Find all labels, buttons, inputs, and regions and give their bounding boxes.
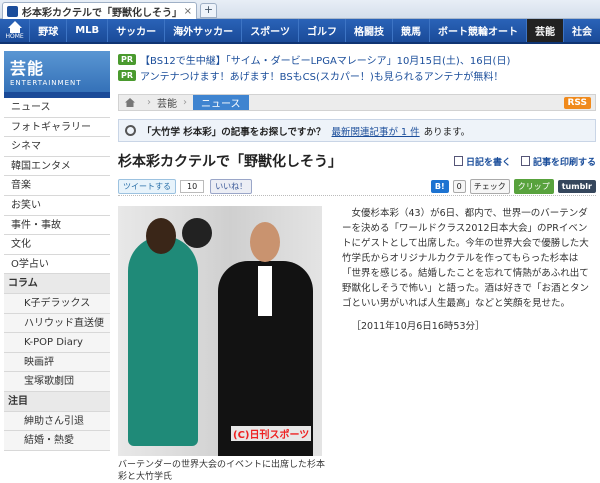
main-content: PR 【BS12で生中継】「サイム・ダービーLPGAマレーシア」10月15日(土… xyxy=(118,51,596,483)
breadcrumb-entertainment[interactable]: 芸能 xyxy=(157,95,177,110)
related-articles-link[interactable]: 最新関連記事が 1 件 xyxy=(332,124,420,138)
brand-title: 芸能 xyxy=(10,59,45,78)
like-button[interactable]: いいね！ xyxy=(210,179,253,194)
rss-button[interactable]: RSS xyxy=(563,97,591,109)
tumblr-button[interactable]: tumblr xyxy=(557,180,596,193)
clip-button[interactable]: クリップ xyxy=(513,179,554,194)
section-brand: 芸能 ENTERTAINMENT xyxy=(4,51,110,98)
article-body: (C)日刊スポーツ バーテンダーの世界大会のイベントに出席した杉本彩と大竹学氏 … xyxy=(118,206,596,483)
new-tab-button[interactable]: + xyxy=(200,3,217,18)
article-text: 女優杉本彩（43）が6日、都内で、世界一のバーテンダーを決める「ワールドクラス2… xyxy=(342,206,596,483)
sidebar-item[interactable]: 音楽 xyxy=(4,176,110,196)
sidebar-item[interactable]: K-POP Diary xyxy=(4,333,110,353)
photo-caption: バーテンダーの世界大会のイベントに出席した杉本彩と大竹学氏 xyxy=(118,460,326,482)
sidebar-item[interactable]: 紳助さん引退 xyxy=(4,411,110,432)
logo-icon xyxy=(182,218,212,248)
pr-line[interactable]: PR アンテナつけます！あげます！BSもCS(スカパー！)も見られるアンテナが無… xyxy=(118,67,596,83)
sidebar-item[interactable]: お笑い xyxy=(4,195,110,216)
nav-item-mlb[interactable]: MLB xyxy=(66,19,107,42)
breadcrumb-news[interactable]: ニュース xyxy=(193,95,249,110)
nav-item-sports[interactable]: スポーツ xyxy=(241,19,298,42)
close-tab-icon[interactable]: × xyxy=(184,6,192,17)
sidebar-item[interactable]: 宝塚歌劇団 xyxy=(4,372,110,392)
pr-badge: PR xyxy=(118,53,137,65)
pr-link[interactable]: アンテナつけます！あげます！BSもCS(スカパー！)も見られるアンテナが無料！ xyxy=(140,68,503,83)
tweet-button[interactable]: ツイートする xyxy=(118,179,176,194)
sidebar-item[interactable]: ニュース xyxy=(4,98,110,118)
browser-tabbar: 杉本彩カクテルで「野獣化しそう」 - × + xyxy=(0,0,600,19)
sidebar-item[interactable]: O学占い xyxy=(4,254,110,275)
article-paragraph: 女優杉本彩（43）が6日、都内で、世界一のバーテンダーを決める「ワールドクラス2… xyxy=(342,208,590,309)
left-column: 芸能 ENTERTAINMENT ニュース フォトギャラリー シネマ 韓国エンタメ 音楽… xyxy=(4,51,110,451)
sidebar-item[interactable]: K子デラックス xyxy=(4,293,110,314)
nav-item-soccer[interactable]: サッカー xyxy=(107,19,164,42)
nav-item-entertainment[interactable]: 芸能 xyxy=(526,19,563,42)
pr-link[interactable]: 【BS12で生中継】「サイム・ダービーLPGAマレーシア」10月15日(土)、1… xyxy=(140,52,510,67)
browser-tab[interactable]: 杉本彩カクテルで「野獣化しそう」 - × xyxy=(2,2,197,19)
check-button[interactable]: チェック xyxy=(469,179,510,194)
sidebar-item[interactable]: シネマ xyxy=(4,137,110,157)
share-bar: ツイートする 10 いいね！ B! 0 チェック クリップ tumblr xyxy=(118,178,596,196)
sidebar-item[interactable]: 文化 xyxy=(4,235,110,255)
nav-item-society[interactable]: 社会 xyxy=(563,19,600,42)
pr-badge: PR xyxy=(118,69,137,81)
favicon-icon xyxy=(7,5,18,17)
home-button[interactable]: HOME xyxy=(0,19,29,42)
nav-item-boat[interactable]: ボート競輪オート xyxy=(429,19,526,42)
tweet-count: 10 xyxy=(180,180,205,193)
related-notice: 「大竹学 杉本彩」の記事をお探しですか？ 最新関連記事が 1 件 あります。 xyxy=(118,119,596,142)
print-button[interactable]: 記事を印刷する xyxy=(520,155,596,168)
home-icon xyxy=(7,21,22,28)
breadcrumb: › 芸能 › ニュース RSS xyxy=(118,94,596,111)
article-title: 杉本彩カクテルで「野獣化しそう」 xyxy=(118,154,342,170)
write-diary-button[interactable]: 日記を書く xyxy=(453,155,511,168)
sidebar-section: コラム xyxy=(4,274,110,294)
nav-item-golf[interactable]: ゴルフ xyxy=(298,19,345,42)
notice-query: 「大竹学 杉本彩」の記事をお探しですか？ xyxy=(142,126,326,138)
sidebar-item[interactable]: ハリウッド直送便 xyxy=(4,313,110,334)
nav-item-world-soccer[interactable]: 海外サッカー xyxy=(164,19,241,42)
photo-credit: (C)日刊スポーツ xyxy=(231,426,312,441)
search-icon xyxy=(125,125,136,136)
nav-item-baseball[interactable]: 野球 xyxy=(29,19,66,42)
brand-subtitle: ENTERTAINMENT xyxy=(10,79,82,87)
article-photo[interactable]: (C)日刊スポーツ xyxy=(118,206,322,456)
pencil-icon xyxy=(453,156,463,166)
article-date: ［2011年10月6日16時53分］ xyxy=(351,321,485,332)
photo-block: (C)日刊スポーツ バーテンダーの世界大会のイベントに出席した杉本彩と大竹学氏 xyxy=(118,206,328,483)
nav-item-fighting[interactable]: 格闘技 xyxy=(345,19,392,42)
sidebar-section: 注目 xyxy=(4,391,110,412)
sidebar-item[interactable]: 事件・事故 xyxy=(4,215,110,236)
home-icon[interactable] xyxy=(119,98,141,107)
nav-item-keiba[interactable]: 競馬 xyxy=(392,19,429,42)
bookmark-count: 0 xyxy=(452,180,466,193)
notice-tail: あります。 xyxy=(423,126,471,138)
main-nav: HOME 野球 MLB サッカー 海外サッカー スポーツ ゴルフ 格闘技 競馬 … xyxy=(0,19,600,44)
sidebar-item[interactable]: フォトギャラリー xyxy=(4,117,110,138)
sidebar-menu: ニュース フォトギャラリー シネマ 韓国エンタメ 音楽 お笑い 事件・事故 文化 O学占い コラム… xyxy=(4,98,110,451)
sidebar-item[interactable]: 韓国エンタメ xyxy=(4,156,110,177)
sidebar-item[interactable]: 結婚・熱愛 xyxy=(4,431,110,451)
pr-line[interactable]: PR 【BS12で生中継】「サイム・ダービーLPGAマレーシア」10月15日(土… xyxy=(118,51,596,67)
hatena-bookmark-button[interactable]: B! xyxy=(430,180,449,193)
sidebar-item[interactable]: 映画評 xyxy=(4,352,110,373)
tab-title: 杉本彩カクテルで「野獣化しそう」 - xyxy=(22,7,180,19)
article-header: 杉本彩カクテルで「野獣化しそう」 日記を書く 記事を印刷する xyxy=(118,150,596,172)
print-icon xyxy=(520,156,530,166)
